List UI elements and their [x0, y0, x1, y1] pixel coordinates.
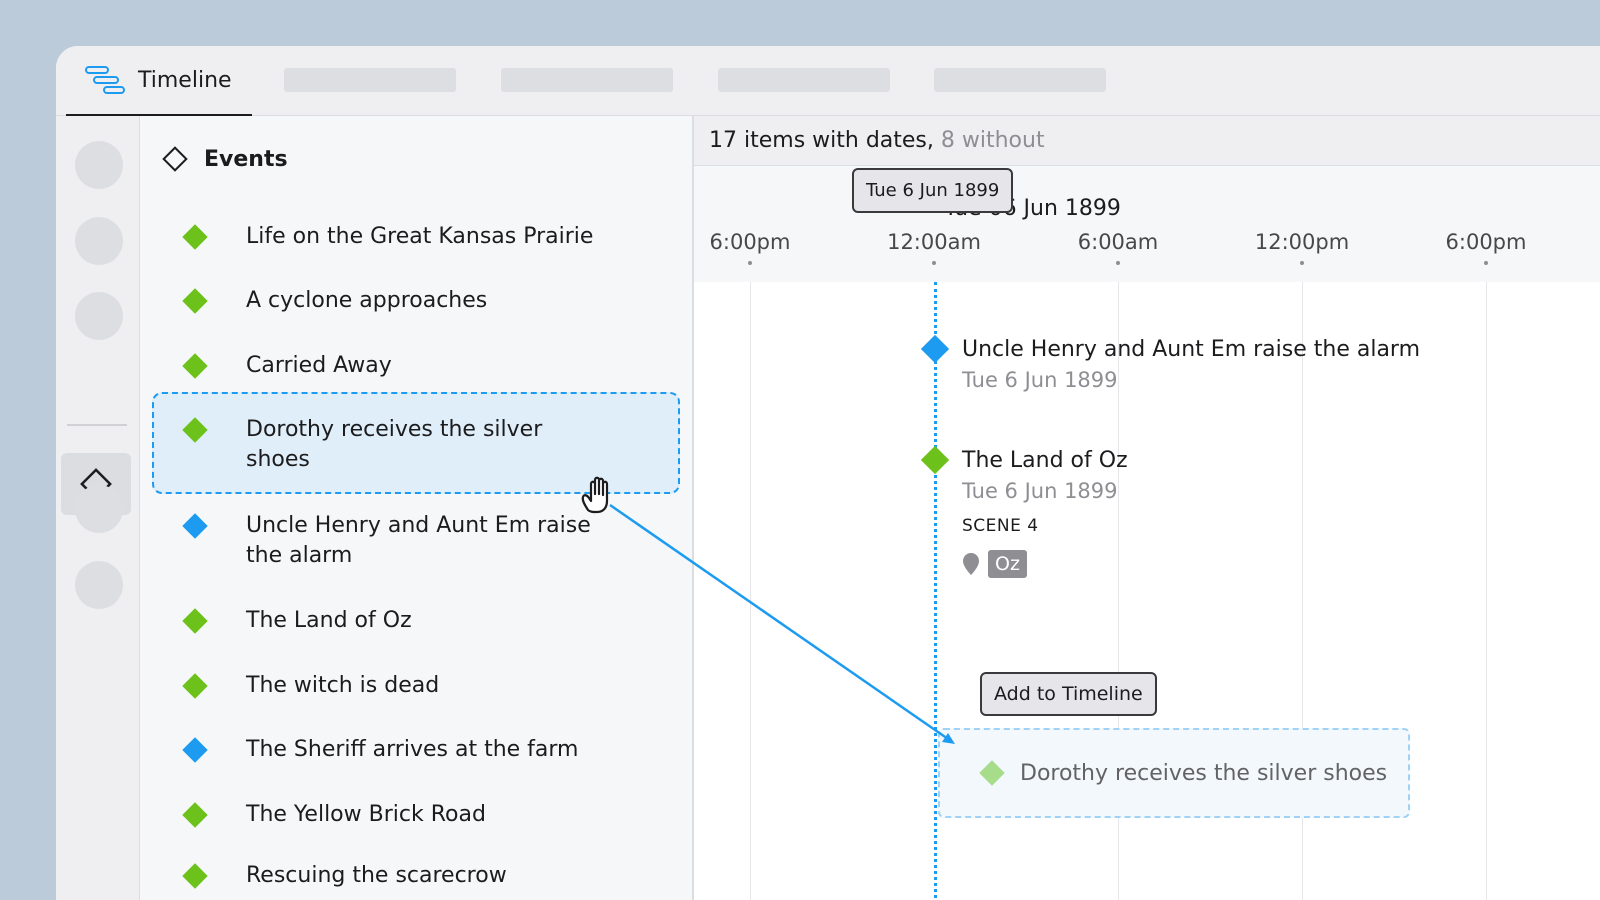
event-diamond-icon	[182, 863, 208, 889]
card-date: Tue 6 Jun 1899	[962, 479, 1118, 503]
list-item-label: Uncle Henry and Aunt Em raise the alarm	[246, 513, 591, 568]
list-item-label: The Yellow Brick Road	[246, 802, 486, 827]
app-window: Timeline Events Life on the Great Kansas…	[56, 46, 1600, 900]
event-marker-icon[interactable]	[920, 445, 950, 475]
drop-preview: Dorothy receives the silver shoes	[938, 728, 1410, 818]
list-item-label: A cyclone approaches	[246, 288, 488, 313]
gridline	[1486, 282, 1487, 900]
location-tag[interactable]: Oz	[988, 550, 1027, 578]
tick-marker	[1116, 261, 1120, 265]
timeline-icon	[85, 66, 125, 94]
rail-button[interactable]	[75, 485, 123, 533]
summary-without: 8 without	[940, 128, 1045, 153]
time-tick: 12:00pm	[1254, 230, 1350, 254]
tick-marker	[1300, 261, 1304, 265]
tick-marker	[1484, 261, 1488, 265]
time-tick: 12:00am	[887, 230, 981, 254]
timeline-card[interactable]: The Land of Oz Tue 6 Jun 1899 SCENE 4 Oz	[962, 446, 1128, 578]
card-title: Uncle Henry and Aunt Em raise the alarm	[962, 337, 1421, 362]
event-diamond-icon	[182, 353, 208, 379]
list-item-label: Life on the Great Kansas Prairie	[246, 224, 594, 249]
tab-timeline[interactable]: Timeline	[66, 46, 252, 116]
list-item-label: Rescuing the scarecrow	[246, 863, 507, 888]
card-date: Tue 6 Jun 1899	[962, 368, 1118, 392]
timeline-ruler[interactable]: Tue 06 Jun 1899 Tue 6 Jun 1899 6:00pm 12…	[694, 166, 1600, 282]
event-diamond-icon	[182, 513, 208, 539]
add-to-timeline-button[interactable]: Add to Timeline	[980, 672, 1157, 716]
tick-marker	[932, 261, 936, 265]
tab-placeholder[interactable]	[501, 68, 673, 92]
event-diamond-icon	[182, 737, 208, 763]
gridline	[750, 282, 751, 900]
list-item-label: The Sheriff arrives at the farm	[246, 737, 579, 762]
summary-count: 17 items with dates,	[709, 128, 934, 153]
time-tick: 6:00pm	[709, 230, 791, 254]
rail-divider	[67, 424, 127, 426]
timeline-panel: 17 items with dates, 8 without Tue 06 Ju…	[694, 116, 1600, 900]
tab-placeholder[interactable]	[718, 68, 890, 92]
tab-timeline-label: Timeline	[138, 67, 232, 93]
event-diamond-icon	[182, 224, 208, 250]
card-scene: SCENE 4	[962, 516, 1039, 536]
time-tick: 6:00pm	[1445, 230, 1527, 254]
timeline-card[interactable]: Uncle Henry and Aunt Em raise the alarm …	[962, 335, 1420, 395]
timeline-summary: 17 items with dates, 8 without	[694, 116, 1600, 166]
event-marker-icon[interactable]	[920, 334, 950, 364]
tab-placeholder[interactable]	[284, 68, 456, 92]
tick-marker	[748, 261, 752, 265]
list-item-label: Dorothy receives the silver shoes	[246, 417, 543, 472]
rail-button[interactable]	[75, 292, 123, 340]
events-header: Events	[160, 144, 288, 174]
rail-button[interactable]	[75, 217, 123, 265]
events-title: Events	[204, 146, 288, 172]
time-tick: 6:00am	[1077, 230, 1159, 254]
diamond-outline-icon	[162, 146, 188, 172]
hand-cursor-icon	[574, 470, 626, 526]
event-diamond-icon	[182, 608, 208, 634]
card-title: The Land of Oz	[962, 448, 1128, 473]
ghost-diamond-icon	[979, 760, 1005, 786]
card-tags: Oz	[962, 550, 1128, 578]
rail-button[interactable]	[75, 141, 123, 189]
event-diamond-icon	[182, 673, 208, 699]
left-rail	[56, 116, 140, 900]
rail-button[interactable]	[75, 561, 123, 609]
location-pin-icon	[963, 553, 979, 575]
tab-bar: Timeline	[56, 46, 1600, 116]
list-item-label: Carried Away	[246, 353, 392, 378]
event-diamond-icon	[182, 802, 208, 828]
tab-placeholder[interactable]	[934, 68, 1106, 92]
list-item-label: The Land of Oz	[246, 608, 412, 633]
list-item-label: The witch is dead	[246, 673, 440, 698]
date-tooltip: Tue 6 Jun 1899	[852, 168, 1014, 213]
drop-target-line	[934, 282, 937, 900]
drop-preview-label: Dorothy receives the silver shoes	[1020, 760, 1388, 786]
event-diamond-icon	[182, 288, 208, 314]
